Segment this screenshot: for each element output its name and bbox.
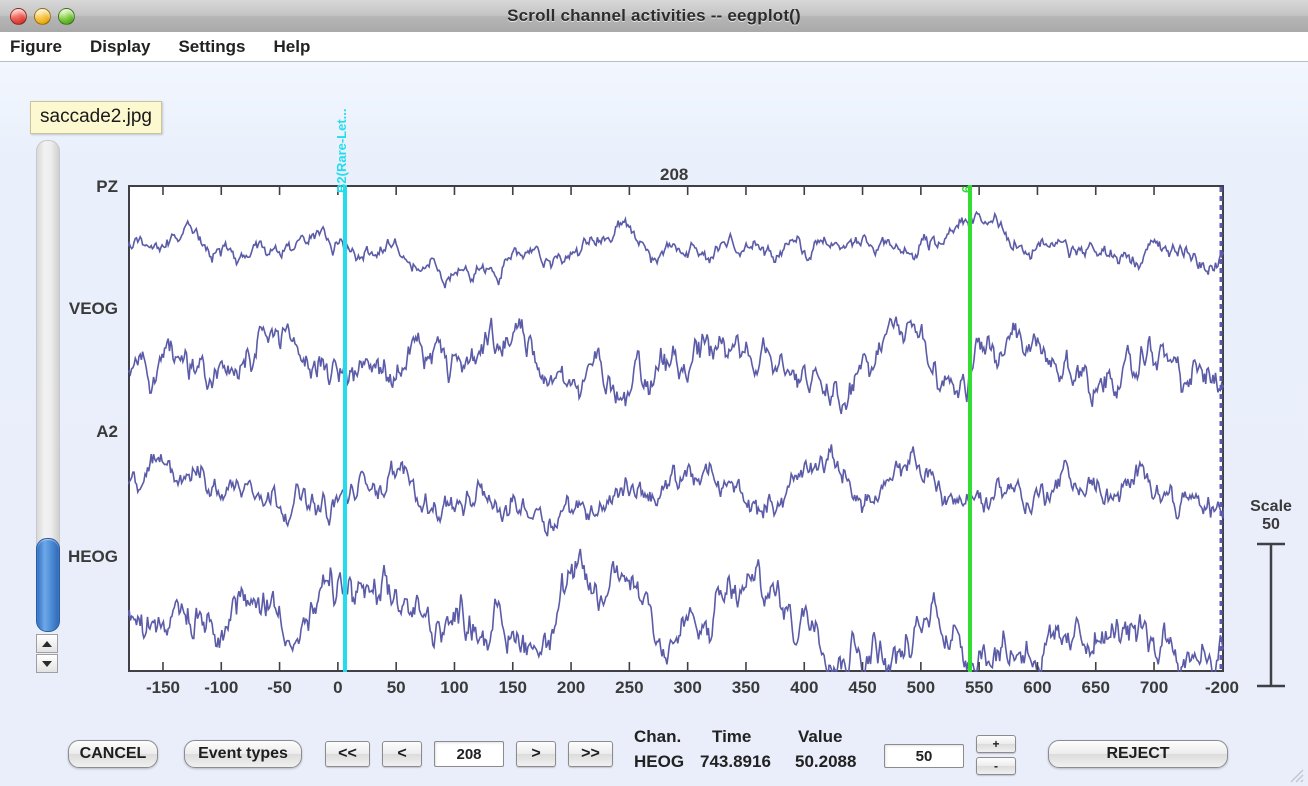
scroll-down-button[interactable] — [36, 654, 58, 673]
event-label-cyan: B2(Rare-Let... — [334, 108, 349, 193]
x-tick-label: 350 — [731, 678, 761, 697]
scale-legend: Scale 50 — [1240, 498, 1302, 690]
x-tick-label: -100 — [204, 678, 239, 697]
scale-legend-value: 50 — [1262, 516, 1280, 533]
reject-button[interactable]: REJECT — [1048, 740, 1228, 768]
eeg-trace-a2 — [128, 444, 1224, 537]
readout-chan: HEOG — [634, 752, 685, 771]
readout-header-time: Time — [712, 727, 752, 746]
readout-value: 50.2088 — [795, 752, 857, 771]
scale-decrease-button[interactable]: - — [976, 757, 1016, 775]
eeg-trace-veog — [128, 316, 1224, 415]
menu-item-figure[interactable]: Figure — [10, 37, 62, 57]
cancel-button[interactable]: CANCEL — [68, 740, 158, 768]
x-tick-label: 200 — [556, 678, 586, 697]
file-tooltip: saccade2.jpg — [30, 101, 162, 134]
eegplot-window: Scroll channel activities -- eegplot() F… — [0, 0, 1308, 786]
readout-header-value: Value — [798, 727, 843, 746]
x-tick-label: 300 — [673, 678, 702, 697]
event-line-green[interactable] — [968, 185, 972, 672]
event-label-green: 6 — [959, 185, 974, 193]
triangle-down-icon — [42, 660, 52, 667]
nav-next-button[interactable]: > — [516, 741, 556, 767]
x-tick-label: 0 — [333, 678, 343, 697]
nav-last-button[interactable]: >> — [568, 741, 613, 767]
readout-time: 743.8916 — [700, 752, 771, 771]
readout-header-chan: Chan. — [634, 727, 682, 746]
nav-first-button[interactable]: << — [325, 741, 370, 767]
nav-prev-button[interactable]: < — [382, 741, 422, 767]
scale-increase-button[interactable]: + — [976, 735, 1016, 753]
title-bar: Scroll channel activities -- eegplot() — [0, 0, 1308, 33]
scale-bar-icon — [1251, 540, 1291, 690]
eeg-trace-heog — [128, 548, 1224, 672]
x-tick-label: 400 — [790, 678, 819, 697]
close-button-icon[interactable] — [10, 8, 27, 25]
x-tick-label: -50 — [267, 678, 292, 697]
x-tick-label: 500 — [906, 678, 936, 697]
window-controls — [10, 8, 75, 25]
epoch-number-label: 208 — [660, 165, 689, 184]
scale-legend-title: Scale — [1250, 498, 1292, 515]
x-tick-label: -150 — [145, 678, 180, 697]
channel-label-a2: A2 — [96, 422, 118, 441]
x-tick-label: 550 — [964, 678, 994, 697]
window-title: Scroll channel activities -- eegplot() — [507, 6, 801, 25]
x-tick-label: 450 — [848, 678, 877, 697]
x-tick-label: 100 — [440, 678, 469, 697]
x-tick-label: 600 — [1023, 678, 1052, 697]
channel-label-veog: VEOG — [68, 299, 118, 318]
channel-label-heog: HEOG — [67, 547, 118, 566]
x-tick-label: 250 — [615, 678, 644, 697]
x-tick-label: 50 — [386, 678, 406, 697]
menu-item-display[interactable]: Display — [90, 37, 150, 57]
triangle-up-icon — [42, 640, 52, 647]
eeg-traces — [128, 187, 1224, 672]
menu-bar: Figure Display Settings Help — [0, 32, 1308, 62]
menu-item-settings[interactable]: Settings — [178, 37, 245, 57]
scroll-up-button[interactable] — [36, 634, 58, 653]
zoom-button-icon[interactable] — [58, 8, 75, 25]
scale-input[interactable]: 50 — [884, 744, 964, 768]
channel-label-pz: PZ — [96, 177, 118, 196]
x-tick-label: 700 — [1139, 678, 1169, 697]
resize-grip-icon[interactable] — [1287, 766, 1305, 784]
menu-item-help[interactable]: Help — [274, 37, 311, 57]
event-line-cyan[interactable] — [343, 185, 347, 672]
minimize-button-icon[interactable] — [34, 8, 51, 25]
eeg-trace-pz — [128, 210, 1224, 289]
eeg-plot-area[interactable] — [128, 185, 1224, 672]
x-tick-label: 650 — [1081, 678, 1110, 697]
event-types-button[interactable]: Event types — [184, 740, 302, 768]
epoch-number-input[interactable]: 208 — [434, 741, 504, 767]
x-tick-label: 150 — [498, 678, 527, 697]
